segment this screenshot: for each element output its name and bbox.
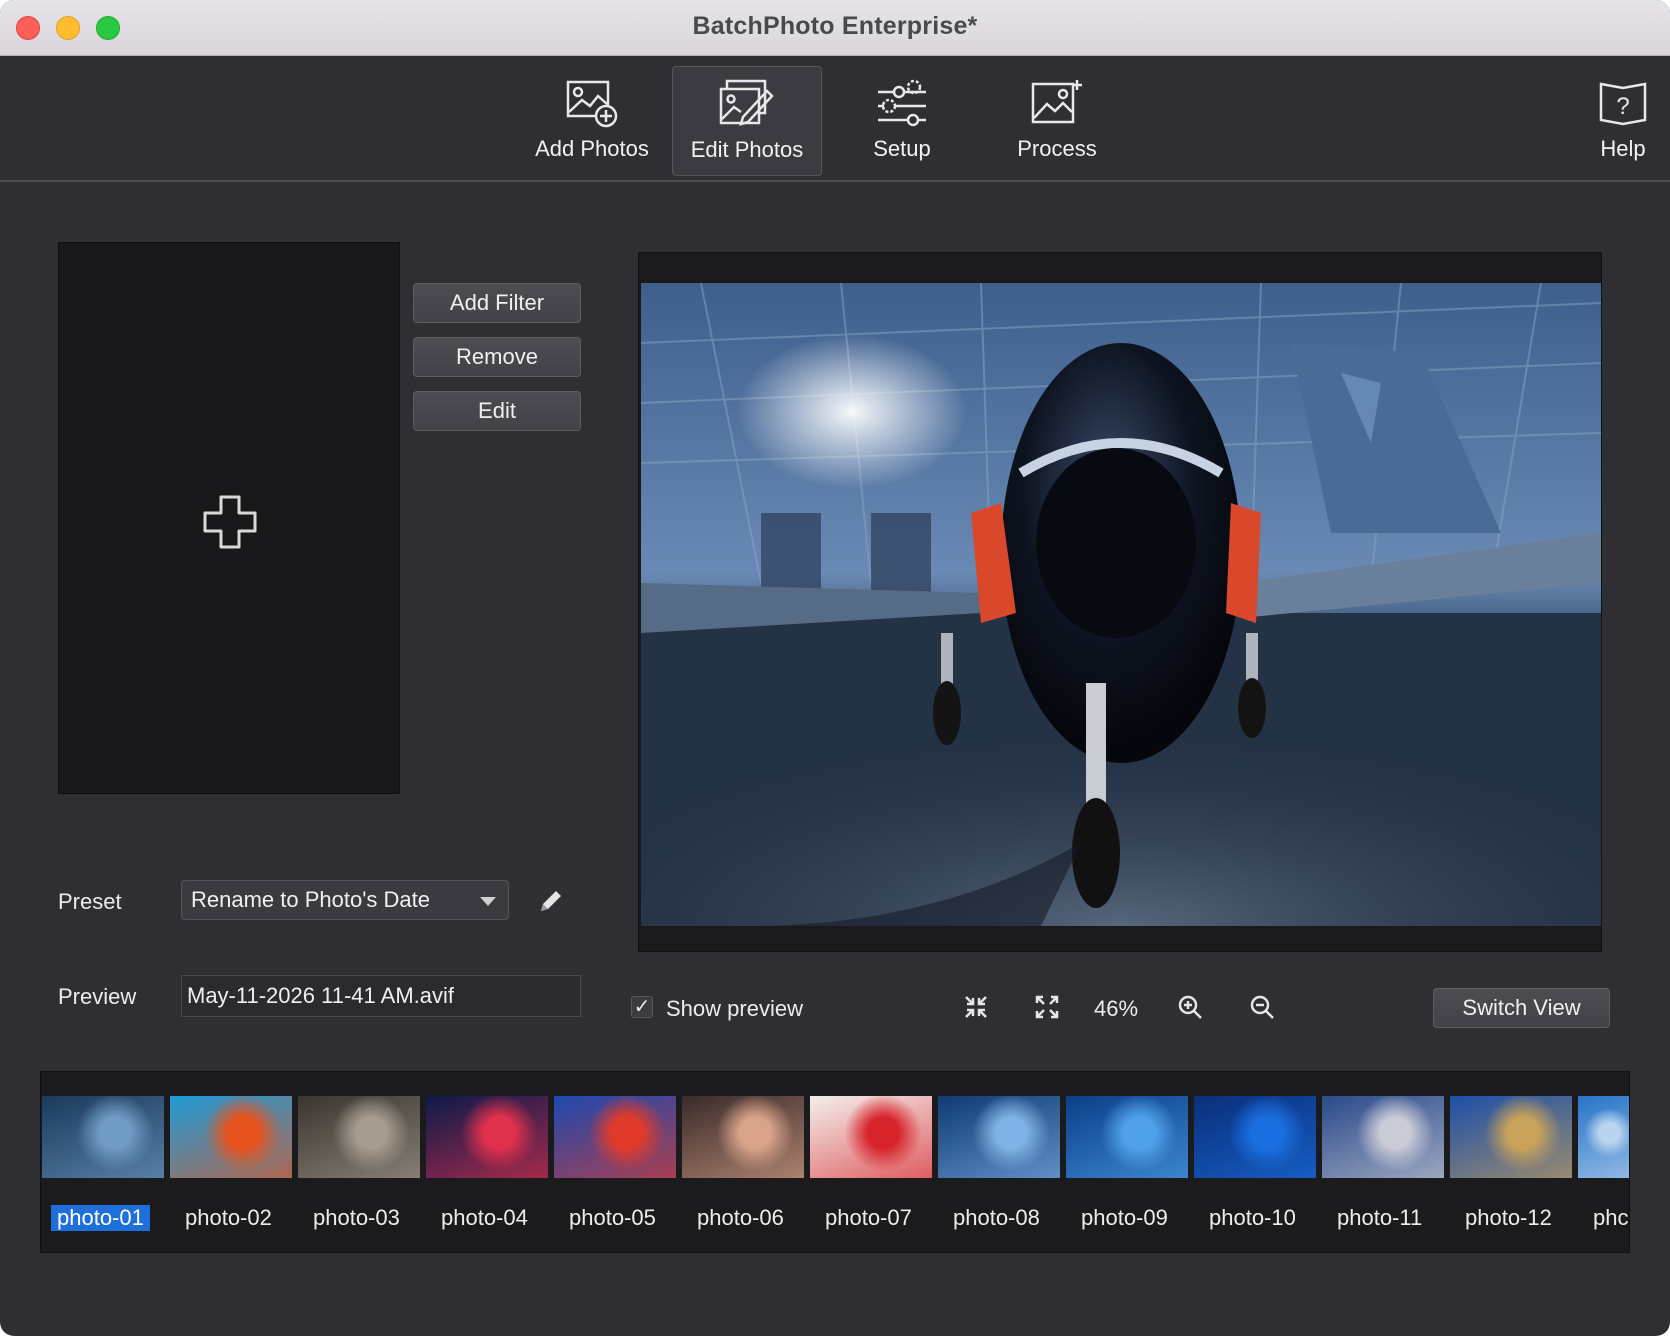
toolbar-add-photos-button[interactable]: Add Photos	[517, 66, 667, 176]
photo-preview-pane[interactable]	[638, 252, 1602, 952]
fit-to-window-icon[interactable]	[963, 994, 989, 1020]
show-preview-checkbox[interactable]: ✓	[631, 996, 653, 1018]
preview-filename-field[interactable]: May-11-2026 11-41 AM.avif	[181, 975, 581, 1017]
toolbar-edit-photos-label: Edit Photos	[690, 137, 804, 162]
preview-name-label: Preview	[58, 984, 137, 1009]
filmstrip-thumbnail[interactable]	[170, 1096, 292, 1178]
main-toolbar: Add Photos Edit Photos Setup Process ? H…	[0, 56, 1670, 182]
filmstrip-thumbnail-label[interactable]: photo-03	[313, 1205, 400, 1231]
photo-filmstrip[interactable]: photo-01 photo-02 photo-03 photo-04 photo-05…	[40, 1071, 1630, 1253]
add-filter-plus-icon[interactable]	[201, 493, 259, 551]
process-icon	[1031, 80, 1082, 124]
chevron-down-icon	[480, 897, 496, 906]
toolbar-edit-photos-button[interactable]: Edit Photos	[672, 66, 822, 176]
filmstrip-thumbnail-label[interactable]: photo-02	[185, 1205, 272, 1231]
toolbar-setup-button[interactable]: Setup	[827, 66, 977, 176]
filmstrip-thumbnail-label[interactable]: photo-11	[1337, 1205, 1422, 1231]
filmstrip-thumbnail-label[interactable]: photo-05	[569, 1205, 656, 1231]
svg-text:?: ?	[1616, 93, 1629, 120]
filmstrip-thumbnail[interactable]	[426, 1096, 548, 1178]
filmstrip-thumbnail[interactable]	[810, 1096, 932, 1178]
toolbar-help-label: Help	[1600, 136, 1646, 161]
setup-gears-icon	[878, 79, 926, 127]
zoom-level: 46%	[1094, 996, 1139, 1021]
filmstrip-thumbnail-label[interactable]: photo-06	[697, 1205, 784, 1231]
help-book-icon: ?	[1599, 82, 1647, 126]
filter-list[interactable]	[58, 242, 400, 794]
preset-label: Preset	[58, 889, 122, 914]
toolbar-process-label: Process	[1017, 136, 1097, 161]
filmstrip-thumbnail[interactable]	[1578, 1096, 1629, 1178]
filmstrip-thumbnail[interactable]	[298, 1096, 420, 1178]
filmstrip-thumbnail[interactable]	[682, 1096, 804, 1178]
actual-size-icon[interactable]	[1034, 994, 1060, 1020]
app-window: BatchPhoto Enterprise* Add Photos Edit P…	[0, 0, 1670, 1336]
toolbar-setup-label: Setup	[873, 136, 931, 161]
remove-filter-button[interactable]: Remove	[413, 337, 581, 377]
filmstrip-thumbnail-label[interactable]: photo-01	[51, 1205, 150, 1231]
toolbar-add-photos-label: Add Photos	[535, 136, 649, 161]
preset-dropdown-value: Rename to Photo's Date	[191, 887, 431, 912]
add-filter-button[interactable]: Add Filter	[413, 283, 581, 323]
preset-dropdown[interactable]: Rename to Photo's Date	[181, 880, 509, 920]
filmstrip-thumbnail[interactable]	[938, 1096, 1060, 1178]
filmstrip-thumbnail[interactable]	[1450, 1096, 1572, 1178]
filmstrip-thumbnail[interactable]	[42, 1096, 164, 1178]
filmstrip-thumbnail[interactable]	[1066, 1096, 1188, 1178]
edit-preset-pencil-icon[interactable]	[538, 888, 564, 914]
filmstrip-thumbnail[interactable]	[1322, 1096, 1444, 1178]
photo-preview-image	[641, 283, 1601, 926]
window-title: BatchPhoto Enterprise*	[692, 12, 978, 40]
show-preview-label: Show preview	[666, 996, 803, 1021]
switch-view-button[interactable]: Switch View	[1433, 988, 1610, 1028]
toolbar-help-button[interactable]: ? Help	[1548, 66, 1670, 176]
filmstrip-thumbnail-label[interactable]: photo-08	[953, 1205, 1040, 1231]
add-photos-icon	[566, 80, 618, 128]
filmstrip-thumbnail-label[interactable]: photo-09	[1081, 1205, 1168, 1231]
filmstrip-thumbnail[interactable]	[1194, 1096, 1316, 1178]
filmstrip-thumbnail[interactable]	[554, 1096, 676, 1178]
toolbar-process-button[interactable]: Process	[982, 66, 1132, 176]
edit-filter-button[interactable]: Edit	[413, 391, 581, 431]
filmstrip-thumbnail-label[interactable]: photo-04	[441, 1205, 528, 1231]
zoom-out-icon[interactable]	[1249, 994, 1275, 1020]
zoom-in-icon[interactable]	[1177, 994, 1203, 1020]
filmstrip-thumbnail-label[interactable]: photo-10	[1209, 1205, 1296, 1231]
filmstrip-thumbnail-label[interactable]: phc	[1593, 1205, 1628, 1231]
edit-photos-icon	[719, 79, 774, 126]
filmstrip-thumbnail-label[interactable]: photo-07	[825, 1205, 912, 1231]
filmstrip-thumbnail-label[interactable]: photo-12	[1465, 1205, 1552, 1231]
title-bar: BatchPhoto Enterprise*	[0, 0, 1670, 56]
